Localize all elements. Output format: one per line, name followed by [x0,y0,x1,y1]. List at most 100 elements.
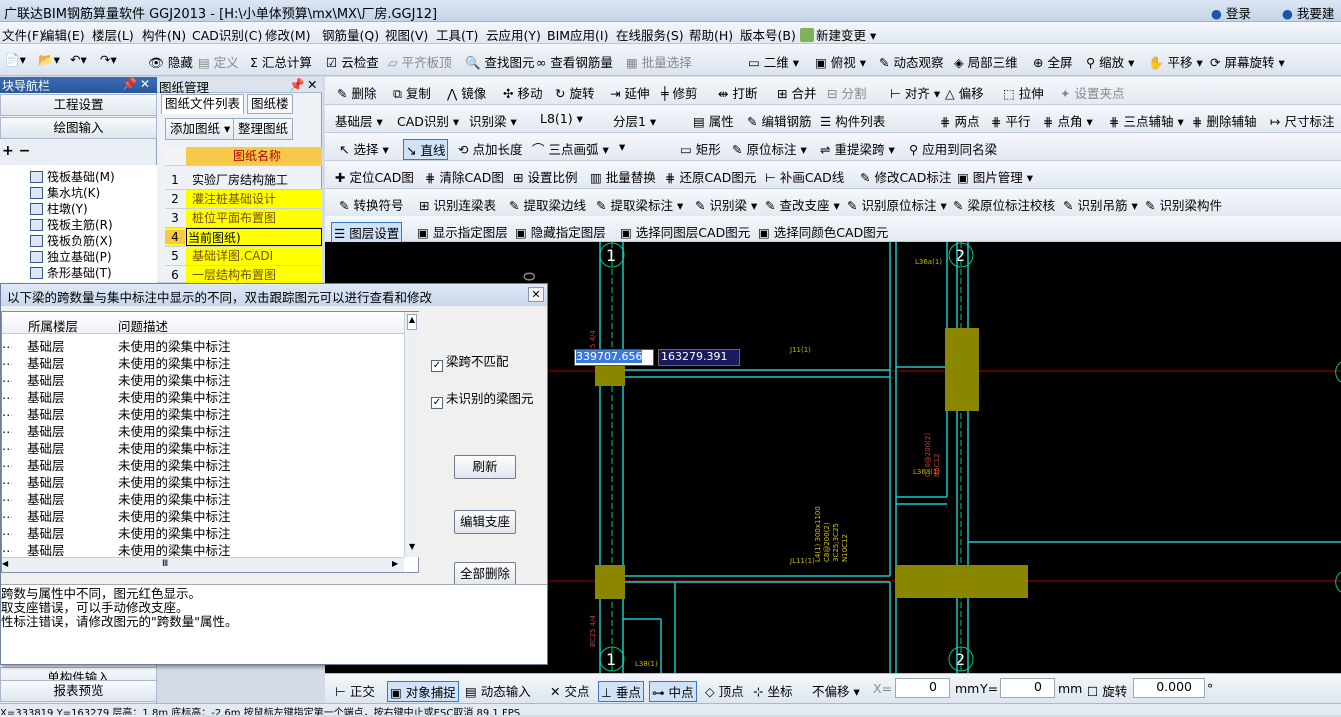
report-preview-button[interactable]: 报表预览 [0,680,157,702]
arrange-drawing-button[interactable]: 整理图纸 [233,118,294,140]
move-button[interactable]: ✣ 移动 [503,83,542,102]
expand-collapse-icon[interactable]: + − [2,143,30,159]
dynamic-input-toggle[interactable]: ▤ 动态输入 [465,681,531,700]
rotate-button[interactable]: ↻ 旋转 [555,83,594,102]
tree-item-raft-main[interactable]: 筏板主筋(R) [30,216,113,233]
tab-drawing-floor[interactable]: 图纸楼 [247,94,293,114]
menu-component[interactable]: 构件(N) [142,25,186,44]
floor-select[interactable]: 基础层 ▾ [335,111,383,130]
summary-calc-button[interactable]: Σ 汇总计算 [250,52,312,71]
object-snap-toggle[interactable]: ▣ 对象捕捉 [387,681,459,702]
list-item[interactable]: …基础层未使用的梁集中标注 [2,336,404,354]
split-button[interactable]: ⊟ 分割 [827,83,866,102]
list-item[interactable]: …基础层未使用的梁集中标注 [2,387,404,405]
table-row[interactable]: 1 实验厂房结构施工 [165,171,322,190]
table-row[interactable]: 5 基础详图.CADI [165,247,322,266]
rotate-input[interactable]: 0.000 [1133,678,1205,698]
drawing-input-button[interactable]: 绘图输入 [0,117,157,139]
delete-button[interactable]: ✎ 删除 [337,83,376,102]
local-3d-button[interactable]: ◈ 局部三维 [954,52,1018,71]
convert-symbol-button[interactable]: ✎ 转换符号 [339,195,403,214]
menu-edit[interactable]: 编辑(E) [42,25,85,44]
offset-select[interactable]: 不偏移 ▾ [812,681,860,700]
list-item[interactable]: …基础层未使用的梁集中标注 [2,489,404,507]
2d-button[interactable]: ▭ 二维 ▾ [748,52,799,71]
screen-rotate-button[interactable]: ⟳ 屏幕旋转 ▾ [1210,52,1285,71]
hide-layer-button[interactable]: ▣ 隐藏指定图层 [515,222,606,241]
check-support-button[interactable]: ✎ 查改支座 ▾ [765,195,840,214]
vertical-scrollbar[interactable]: ▲ ▼ [404,312,419,557]
show-layer-button[interactable]: ▣ 显示指定图层 [417,222,508,241]
batch-select-button[interactable]: ▦ 批量选择 [626,52,692,71]
refresh-button[interactable]: 刷新 [454,455,516,479]
tab-drawing-list[interactable]: 图纸文件列表 [161,94,245,114]
table-row[interactable]: 2 灌注桩基础设计 [165,190,322,209]
align-slab-button[interactable]: ▱ 平齐板顶 [388,52,452,71]
cad-select[interactable]: CAD识别 ▾ [397,111,459,130]
extend-button[interactable]: ⇥ 延伸 [610,83,649,102]
new-icon[interactable]: 📄▾ [4,52,26,68]
table-row[interactable]: 4 当前图纸) [165,228,322,247]
parallel-button[interactable]: ⋕ 平行 [991,111,1030,130]
menu-file[interactable]: 文件(F) [2,25,44,44]
edit-rebar-button[interactable]: ✎ 编辑钢筋 [747,111,811,130]
merge-button[interactable]: ⊞ 合并 [777,83,816,102]
edit-support-button[interactable]: 编辑支座 [454,510,516,534]
menu-floor[interactable]: 楼层(L) [92,25,134,44]
set-grip-button[interactable]: ✦ 设置夹点 [1060,83,1124,102]
midpoint-snap[interactable]: ⊶ 中点 [649,681,697,702]
locate-cad-button[interactable]: ✚ 定位CAD图 [335,167,414,186]
menu-rebar[interactable]: 钢筋量(Q) [322,25,379,44]
undo-icon[interactable]: ↶▾ [70,52,87,67]
add-drawing-button[interactable]: 添加图纸 ▾ [165,118,236,140]
menu-help[interactable]: 帮助(H) [689,25,733,44]
redo-icon[interactable]: ↷▾ [100,52,117,67]
layer-select[interactable]: 分层1 ▾ [613,111,656,130]
layer-settings-button[interactable]: ☰ 图层设置 [331,222,403,243]
tree-item-raft[interactable]: 筏板基础(M) [30,168,115,185]
offset-button[interactable]: △ 偏移 [945,83,984,102]
list-item[interactable]: …基础层未使用的梁集中标注 [2,472,404,490]
define-button[interactable]: ▤ 定义 [198,52,239,71]
align-button[interactable]: ⊢ 对齐 ▾ [890,83,940,102]
three-point-axis-button[interactable]: ⋕ 三点辅轴 ▾ [1109,111,1184,130]
vertex-snap[interactable]: ◇ 顶点 [705,681,744,700]
menu-cad[interactable]: CAD识别(C) [192,25,262,44]
tree-item-strip[interactable]: 条形基础(T) [30,264,112,281]
list-item[interactable]: …基础层未使用的梁集中标注 [2,370,404,388]
break-button[interactable]: ⇹ 打断 [718,83,757,102]
select-same-layer-button[interactable]: ▣ 选择同图层CAD图元 [620,222,750,241]
list-item[interactable]: …基础层未使用的梁集中标注 [2,506,404,524]
trim-button[interactable]: ╪ 修剪 [661,83,698,102]
list-item[interactable]: …基础层未使用的梁集中标注 [2,455,404,473]
redraw-cad-button[interactable]: ⊢ 补画CAD线 [765,167,844,186]
view-rebar-button[interactable]: ∞ 查看钢筋量 [536,52,613,71]
open-icon[interactable]: 📂▾ [38,52,60,68]
rectangle-button[interactable]: ▭ 矩形 [680,139,721,158]
menu-new-change[interactable]: 新建变更 ▾ [800,25,876,44]
dimension-button[interactable]: ↦ 尺寸标注 [1270,111,1334,130]
stretch-button[interactable]: ⬚ 拉伸 [1003,83,1044,102]
modify-cad-annotation-button[interactable]: ✎ 修改CAD标注 [860,167,951,186]
identify-inplace-button[interactable]: ✎ 识别原位标注 ▾ [847,195,947,214]
line-button[interactable]: ↘ 直线 [403,139,449,160]
select-button[interactable]: ↖ 选择 ▾ [339,139,389,158]
y-input[interactable]: 0 [1000,678,1055,698]
menu-version[interactable]: 版本号(B) [740,25,796,44]
rotate-checkbox[interactable]: ☐ 旋转 [1087,681,1127,700]
menu-tools[interactable]: 工具(T) [436,25,478,44]
identify-beam-button[interactable]: ✎ 识别梁 ▾ [695,195,757,214]
tree-item-isolated[interactable]: 独立基础(P) [30,248,112,265]
list-item[interactable]: …基础层未使用的梁集中标注 [2,421,404,439]
point-length-button[interactable]: ⟲ 点加长度 [458,139,522,158]
top-view-button[interactable]: ▣ 俯视 ▾ [815,52,866,71]
mirror-button[interactable]: ⋀ 镜像 [447,83,486,102]
span-mismatch-checkbox[interactable]: ✓ 梁跨不匹配 [431,351,509,372]
x-input[interactable]: 0 [895,678,950,698]
identify-hanger-button[interactable]: ✎ 识别吊筋 ▾ [1063,195,1138,214]
inplace-annotation-button[interactable]: ✎ 原位标注 ▾ [732,139,807,158]
ortho-toggle[interactable]: ⊢ 正交 [335,681,375,700]
list-item[interactable]: …基础层未使用的梁集中标注 [2,523,404,541]
component-select[interactable]: L8(1) ▾ [540,111,583,126]
list-item[interactable]: …基础层未使用的梁集中标注 [2,540,404,558]
